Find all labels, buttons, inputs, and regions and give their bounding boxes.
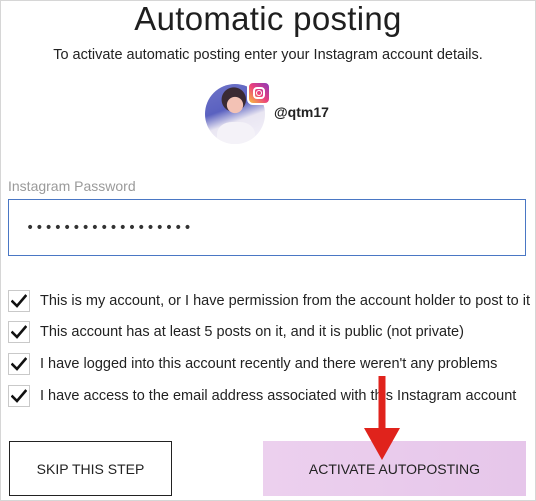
checkmark-icon [11, 325, 27, 339]
checkmark-icon [11, 294, 27, 308]
page-title: Automatic posting [134, 0, 402, 37]
checkmark-icon [11, 389, 27, 403]
red-arrow-annotation-icon [364, 376, 400, 460]
checkbox[interactable] [8, 353, 30, 375]
checkbox[interactable] [8, 290, 30, 312]
avatar-shirt [217, 122, 255, 144]
confirmation-row[interactable]: I have access to the email address assoc… [8, 384, 516, 408]
checkbox-label: I have access to the email address assoc… [40, 388, 517, 404]
page-subtitle: To activate automatic posting enter your… [53, 47, 483, 63]
checkbox-label: This is my account, or I have permission… [40, 293, 530, 309]
checkmark-icon [11, 357, 27, 371]
confirmation-row[interactable]: This is my account, or I have permission… [8, 289, 530, 313]
password-label: Instagram Password [8, 178, 136, 194]
checkbox[interactable] [8, 385, 30, 407]
instagram-badge-icon [247, 81, 271, 105]
skip-button[interactable]: SKIP THIS STEP [9, 441, 172, 496]
checkbox-label: This account has at least 5 posts on it,… [40, 324, 464, 340]
checkbox-label: I have logged into this account recently… [40, 356, 498, 372]
confirmation-row[interactable]: This account has at least 5 posts on it,… [8, 320, 464, 344]
password-field[interactable]: •••••••••••••••••• [8, 199, 526, 256]
account-username: @qtm17 [274, 104, 329, 120]
checkbox[interactable] [8, 321, 30, 343]
confirmation-row[interactable]: I have logged into this account recently… [8, 352, 497, 376]
